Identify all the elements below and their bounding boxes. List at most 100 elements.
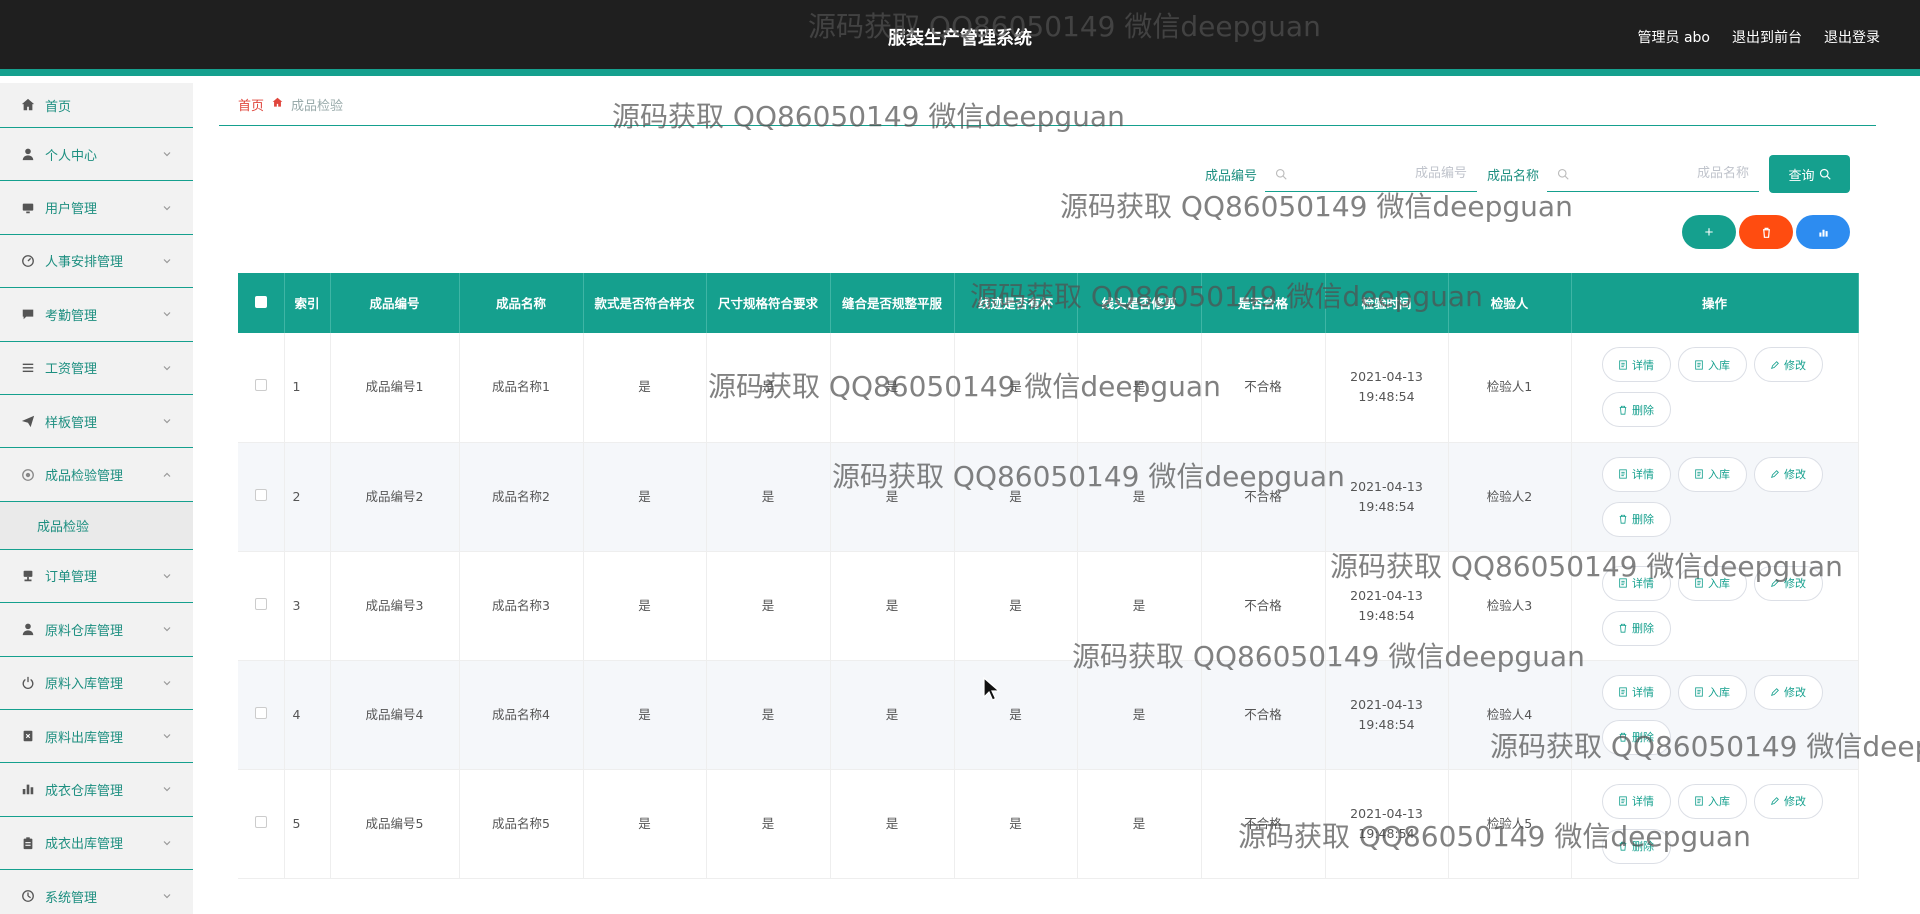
chart-button[interactable] [1796, 215, 1850, 249]
edit-icon [1771, 470, 1779, 478]
row-checkbox[interactable] [254, 488, 267, 501]
cell-c1: 是 [583, 660, 707, 770]
detail-button[interactable]: 详情 [1601, 565, 1671, 601]
row-checkbox[interactable] [254, 815, 267, 828]
sidebar-item-1[interactable]: 用户管理 [0, 181, 193, 235]
stock-in-button[interactable]: 入库 [1677, 674, 1747, 710]
stock-in-button[interactable]: 入库 [1677, 565, 1747, 601]
sidebar-item-label: 成衣出库管理 [45, 837, 124, 853]
query-button-label: 查询 [1788, 167, 1815, 183]
cell-qualified: 不合格 [1201, 442, 1326, 552]
edit-icon [1771, 688, 1779, 696]
sidebar-item-4[interactable]: 工资管理 [0, 342, 193, 395]
edit-button[interactable]: 修改 [1753, 674, 1823, 710]
chevron-down-icon [161, 890, 173, 902]
sidebar-item-3[interactable]: 考勤管理 [0, 288, 193, 342]
sidebar-item-label: 成品检验管理 [45, 469, 124, 485]
row-checkbox[interactable] [254, 597, 267, 610]
op-label: 入库 [1708, 578, 1730, 590]
breadcrumb-home[interactable]: 首页 [238, 95, 264, 114]
document-icon [1619, 469, 1627, 479]
select-all-checkbox[interactable] [254, 295, 267, 308]
table-row: 3 成品编号3 成品名称3 是是是是是不合格 2021-04-13 19:48:54 检验… [238, 551, 1859, 661]
delete-button[interactable]: 删除 [1601, 828, 1671, 864]
edit-button[interactable]: 修改 [1753, 783, 1823, 819]
logout-link[interactable]: 退出登录 [1824, 27, 1880, 47]
document-icon [1695, 578, 1703, 588]
toolbar: + [1682, 215, 1850, 249]
op-label: 入库 [1708, 687, 1730, 699]
op-label: 详情 [1632, 578, 1654, 590]
sidebar-item-8[interactable]: 原料仓库管理 [0, 603, 193, 657]
sidebar-item-9[interactable]: 原料入库管理 [0, 657, 193, 710]
search-name-input[interactable] [1569, 166, 1749, 181]
stock-in-button[interactable]: 入库 [1677, 783, 1747, 819]
sidebar-item-7[interactable]: 订单管理 [0, 550, 193, 604]
breadcrumb-current: 成品检验 [291, 98, 344, 114]
detail-button[interactable]: 详情 [1601, 347, 1671, 383]
cell-index: 4 [284, 660, 331, 770]
select-all-header [238, 273, 285, 333]
stock-in-button[interactable]: 入库 [1677, 456, 1747, 492]
op-label: 删除 [1632, 404, 1654, 417]
power-icon [20, 675, 36, 691]
sidebar-item-label: 首页 [45, 99, 72, 115]
search-name-wrapper [1547, 156, 1759, 192]
chevron-down-icon [161, 783, 173, 795]
row-checkbox[interactable] [254, 706, 267, 719]
sidebar-item-5[interactable]: 样板管理 [0, 395, 193, 449]
gauge-icon [20, 253, 36, 269]
detail-button[interactable]: 详情 [1601, 783, 1671, 819]
column-header: 款式是否符合样衣 [583, 273, 707, 333]
add-button[interactable]: + [1682, 215, 1736, 249]
stock-in-button[interactable]: 入库 [1677, 347, 1747, 383]
sidebar-item-13[interactable]: 系统管理 [0, 870, 193, 914]
send-icon [20, 413, 36, 429]
admin-user-label[interactable]: 管理员 abo [1638, 27, 1710, 47]
trash-icon [1619, 405, 1627, 415]
detail-button[interactable]: 详情 [1601, 674, 1671, 710]
row-action-group: 详情 入库 修改删除 [1578, 565, 1852, 646]
sidebar-item-home[interactable]: 首页 [0, 83, 193, 128]
sidebar-item-6[interactable]: 成品检验管理 [0, 448, 193, 502]
search-code-input[interactable] [1286, 166, 1467, 181]
cell-c1: 是 [583, 442, 707, 552]
delete-button[interactable]: 删除 [1601, 719, 1671, 755]
sidebar-item-2[interactable]: 人事安排管理 [0, 235, 193, 289]
batch-delete-button[interactable] [1739, 215, 1793, 249]
submenu-item-inspection[interactable]: 成品检验 [0, 501, 193, 550]
sidebar-item-label: 原料仓库管理 [45, 623, 124, 639]
chevron-down-icon [161, 308, 173, 320]
delete-button[interactable]: 删除 [1601, 392, 1671, 428]
sidebar-item-12[interactable]: 成衣出库管理 [0, 817, 193, 871]
add-button-label: + [1704, 223, 1714, 241]
delete-button[interactable]: 删除 [1601, 501, 1671, 537]
query-button[interactable]: 查询 [1769, 155, 1850, 193]
cell-qualified: 不合格 [1201, 551, 1326, 661]
sidebar-item-0[interactable]: 个人中心 [0, 128, 193, 182]
sidebar-item-label: 原料入库管理 [45, 677, 124, 693]
edit-button[interactable]: 修改 [1753, 456, 1823, 492]
row-checkbox[interactable] [254, 379, 267, 392]
exit-to-front-link[interactable]: 退出到前台 [1732, 27, 1802, 47]
sidebar-item-10[interactable]: 原料出库管理 [0, 710, 193, 764]
column-header: 操作 [1571, 273, 1859, 333]
row-action-group: 详情 入库 修改删除 [1578, 347, 1852, 428]
sidebar-item-label: 样板管理 [45, 415, 98, 431]
edit-button[interactable]: 修改 [1753, 565, 1823, 601]
edit-icon [1771, 797, 1779, 805]
cell-c4: 是 [954, 551, 1078, 661]
sidebar: 首页 个人中心 用户管理 人事安排管理 考勤管理工资管理样板管理成品检验管理成品检验订… [0, 83, 193, 914]
delete-box-icon [20, 728, 36, 744]
sidebar-item-11[interactable]: 成衣仓库管理 [0, 763, 193, 817]
detail-button[interactable]: 详情 [1601, 456, 1671, 492]
edit-button[interactable]: 修改 [1753, 347, 1823, 383]
sidebar-item-label: 工资管理 [45, 362, 98, 378]
delete-button[interactable]: 删除 [1601, 610, 1671, 646]
cell-index: 1 [284, 333, 331, 443]
sidebar-item-label: 订单管理 [45, 570, 98, 586]
cell-c3: 是 [830, 551, 955, 661]
column-header: 是否合格 [1201, 273, 1326, 333]
table-row: 1 成品编号1 成品名称1 是是是是是不合格 2021-04-13 19:48:54 检验… [238, 333, 1859, 443]
cell-c3: 是 [830, 660, 955, 770]
